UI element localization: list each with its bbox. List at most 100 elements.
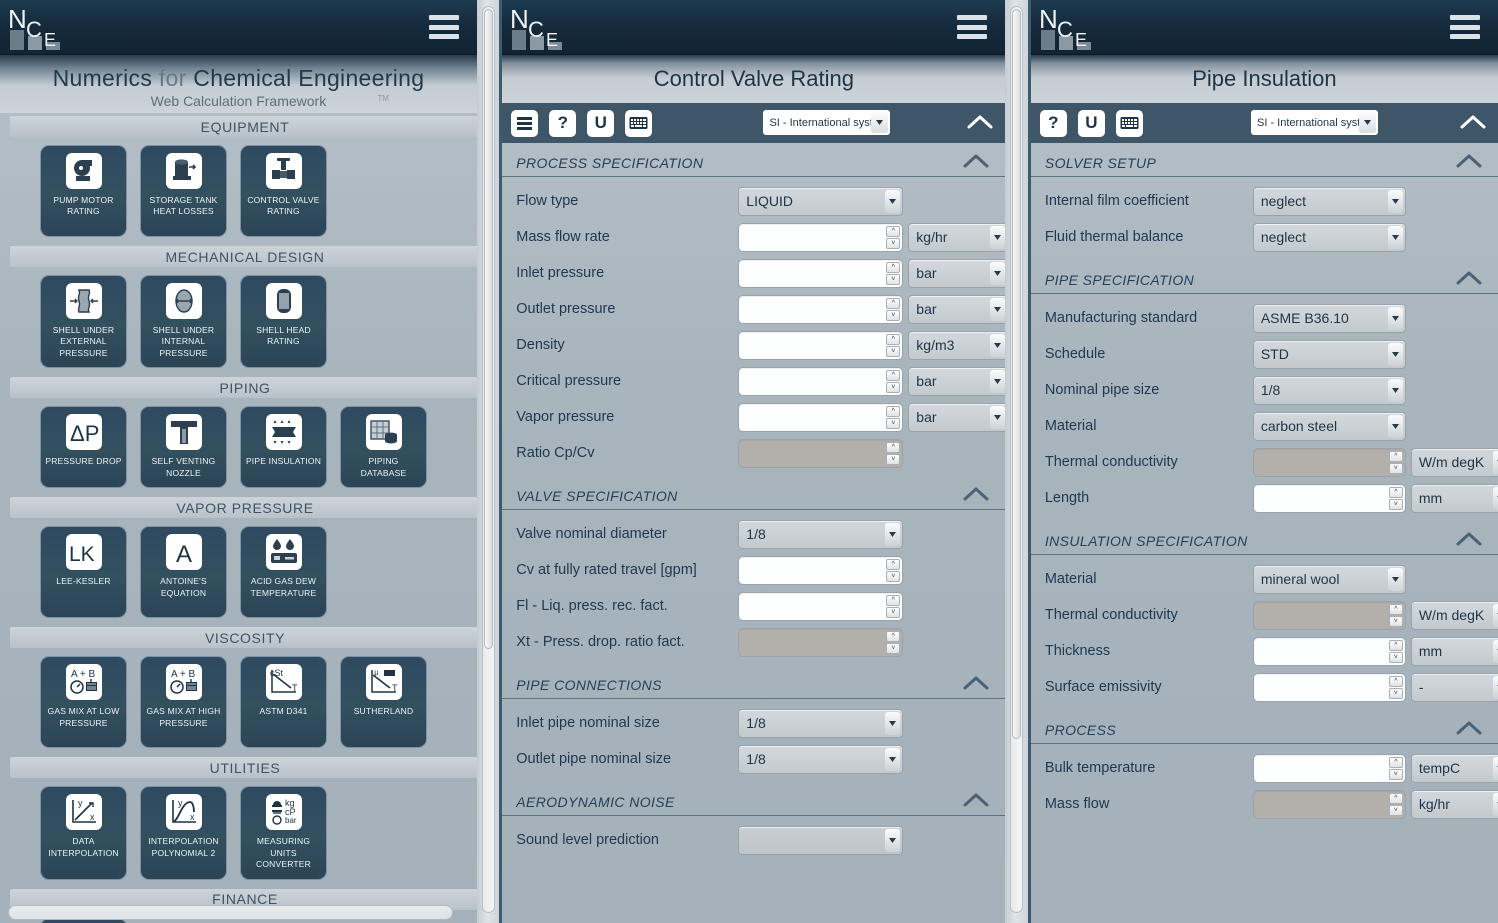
- nav-tile-piping-database[interactable]: PIPING DATABASE: [340, 406, 427, 488]
- section-header[interactable]: PROCESS SPECIFICATION: [502, 146, 1005, 177]
- chevron-down-icon[interactable]: [1388, 307, 1403, 330]
- number-input[interactable]: ^˅: [1253, 637, 1406, 666]
- spinner-buttons[interactable]: ^˅: [1389, 757, 1403, 780]
- spinner-buttons[interactable]: ^˅: [886, 442, 900, 465]
- nav-tile-self-venting-nozzle[interactable]: SELF VENTING NOZZLE: [140, 406, 227, 488]
- spinner-down-icon[interactable]: ˅: [1389, 769, 1403, 780]
- unit-select[interactable]: bar: [908, 367, 1005, 396]
- number-input[interactable]: ^˅: [738, 403, 903, 432]
- chevron-down-icon[interactable]: [885, 748, 900, 771]
- spinner-up-icon[interactable]: ^: [1389, 604, 1403, 615]
- nav-tile-pipe-insulation[interactable]: PIPE INSULATION: [240, 406, 327, 488]
- unit-select[interactable]: kg/hr: [908, 223, 1005, 252]
- spinner-down-icon[interactable]: ˅: [886, 346, 900, 357]
- number-input[interactable]: ^˅: [738, 259, 903, 288]
- chevron-down-icon[interactable]: [885, 712, 900, 735]
- chevron-down-icon[interactable]: [990, 298, 1005, 321]
- dropdown-select[interactable]: neglect: [1253, 187, 1406, 216]
- help-button[interactable]: ?: [1040, 110, 1067, 137]
- hamburger-icon[interactable]: [429, 15, 459, 39]
- spinner-up-icon[interactable]: ^: [886, 595, 900, 606]
- chevron-down-icon[interactable]: [1388, 415, 1403, 438]
- nav-tile-measuring-units-converter[interactable]: kgcPbarMEASURING UNITS CONVERTER: [240, 786, 327, 879]
- number-input[interactable]: ^˅: [738, 556, 903, 585]
- spinner-down-icon[interactable]: ˅: [886, 454, 900, 465]
- nav-tile-gas-mix-at-low-pressure[interactable]: A + BGAS MIX AT LOW PRESSURE: [40, 656, 127, 748]
- nav-tile-shell-under-external-pressure[interactable]: SHELL UNDER EXTERNAL PRESSURE: [40, 275, 127, 368]
- section-header[interactable]: PROCESS: [1031, 713, 1498, 744]
- unit-system-select[interactable]: SI - International system: [1251, 110, 1378, 135]
- chevron-down-icon[interactable]: [1493, 487, 1498, 510]
- section-header[interactable]: INSULATION SPECIFICATION: [1031, 524, 1498, 555]
- units-button[interactable]: U: [1078, 110, 1105, 137]
- spinner-down-icon[interactable]: ˅: [886, 418, 900, 429]
- chevron-down-icon[interactable]: [990, 226, 1005, 249]
- section-header[interactable]: PIPE CONNECTIONS: [502, 668, 1005, 699]
- chevron-down-icon[interactable]: [1359, 112, 1376, 133]
- number-input[interactable]: ^˅: [1253, 754, 1406, 783]
- spinner-down-icon[interactable]: ˅: [1389, 652, 1403, 663]
- nav-tile-storage-tank-heat-losses[interactable]: STORAGE TANK HEAT LOSSES: [140, 145, 227, 237]
- chevron-down-icon[interactable]: [871, 112, 888, 133]
- chevron-down-icon[interactable]: [885, 190, 900, 213]
- number-input[interactable]: ^˅: [738, 367, 903, 396]
- menu-button[interactable]: [511, 110, 538, 137]
- unit-select[interactable]: W/m degK: [1411, 601, 1498, 630]
- dropdown-select[interactable]: neglect: [1253, 223, 1406, 252]
- spinner-up-icon[interactable]: ^: [886, 334, 900, 345]
- spinner-down-icon[interactable]: ˅: [886, 643, 900, 654]
- nav-tile-antoine-s-equation[interactable]: AANTOINE'S EQUATION: [140, 526, 227, 618]
- unit-select[interactable]: bar: [908, 295, 1005, 324]
- spinner-down-icon[interactable]: ˅: [1389, 499, 1403, 510]
- collapse-chevron-icon[interactable]: [1456, 721, 1482, 740]
- collapse-chevron-icon[interactable]: [1460, 115, 1486, 129]
- nav-tile-control-valve-rating[interactable]: CONTROL VALVE RATING: [240, 145, 327, 237]
- nav-tile-sutherland[interactable]: μTSUTHERLAND: [340, 656, 427, 748]
- chevron-down-icon[interactable]: [1493, 676, 1498, 699]
- chevron-down-icon[interactable]: [1493, 793, 1498, 816]
- nav-tile-gas-mix-at-high-pressure[interactable]: A + BGAS MIX AT HIGH PRESSURE: [140, 656, 227, 748]
- number-input[interactable]: ^˅: [738, 295, 903, 324]
- spinner-up-icon[interactable]: ^: [886, 298, 900, 309]
- unit-select[interactable]: -: [1411, 673, 1498, 702]
- dropdown-select[interactable]: [738, 826, 903, 855]
- spinner-down-icon[interactable]: ˅: [1389, 805, 1403, 816]
- spinner-up-icon[interactable]: ^: [1389, 793, 1403, 804]
- chevron-down-icon[interactable]: [1493, 604, 1498, 627]
- unit-select[interactable]: kg/m3: [908, 331, 1005, 360]
- unit-select[interactable]: bar: [908, 403, 1005, 432]
- collapse-chevron-icon[interactable]: [1456, 532, 1482, 551]
- nav-tile-shell-head-rating[interactable]: SHELL HEAD RATING: [240, 275, 327, 368]
- spinner-up-icon[interactable]: ^: [886, 406, 900, 417]
- spinner-buttons[interactable]: ^˅: [886, 226, 900, 249]
- dropdown-select[interactable]: 1/8: [738, 709, 903, 738]
- mid-vertical-scrollbar[interactable]: [1010, 6, 1023, 913]
- unit-select[interactable]: W/m degK: [1411, 448, 1498, 477]
- number-input[interactable]: ^˅: [1253, 484, 1406, 513]
- scroll-thumb[interactable]: [484, 9, 493, 649]
- dropdown-select[interactable]: 1/8: [1253, 376, 1406, 405]
- horizontal-scrollbar[interactable]: [8, 905, 453, 920]
- dropdown-select[interactable]: mineral wool: [1253, 565, 1406, 594]
- spinner-buttons[interactable]: ^˅: [1389, 793, 1403, 816]
- spinner-down-icon[interactable]: ˅: [886, 571, 900, 582]
- collapse-chevron-icon[interactable]: [963, 487, 989, 506]
- spinner-up-icon[interactable]: ^: [1389, 487, 1403, 498]
- dropdown-select[interactable]: STD: [1253, 340, 1406, 369]
- spinner-up-icon[interactable]: ^: [886, 442, 900, 453]
- spinner-up-icon[interactable]: ^: [886, 631, 900, 642]
- help-button[interactable]: ?: [549, 110, 576, 137]
- spinner-up-icon[interactable]: ^: [1389, 676, 1403, 687]
- spinner-buttons[interactable]: ^˅: [1389, 604, 1403, 627]
- dropdown-select[interactable]: carbon steel: [1253, 412, 1406, 441]
- nav-tile-acid-gas-dew-temperature[interactable]: ACID GAS DEW TEMPERATURE: [240, 526, 327, 618]
- chevron-down-icon[interactable]: [1388, 568, 1403, 591]
- chevron-down-icon[interactable]: [990, 370, 1005, 393]
- keyboard-button[interactable]: [625, 110, 652, 137]
- chevron-down-icon[interactable]: [1493, 640, 1498, 663]
- keyboard-button[interactable]: [1116, 110, 1143, 137]
- chevron-down-icon[interactable]: [1388, 190, 1403, 213]
- section-header[interactable]: VALVE SPECIFICATION: [502, 479, 1005, 510]
- spinner-buttons[interactable]: ^˅: [1389, 451, 1403, 474]
- spinner-down-icon[interactable]: ˅: [1389, 688, 1403, 699]
